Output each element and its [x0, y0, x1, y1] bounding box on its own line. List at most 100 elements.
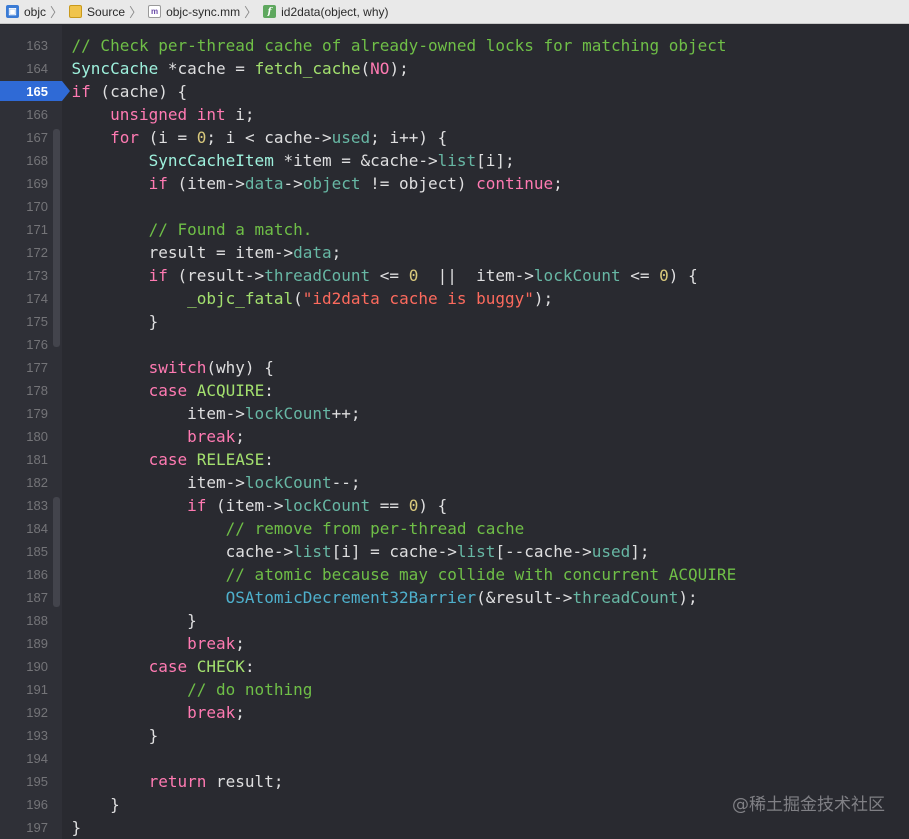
code-line[interactable]: 185 cache->list[i] = cache->list[--cache… — [0, 540, 909, 563]
project-icon: ▣ — [6, 5, 19, 18]
code-line[interactable]: 190 case CHECK: — [0, 655, 909, 678]
code-line[interactable]: 186 // atomic because may collide with c… — [0, 563, 909, 586]
code-editor[interactable]: 163 // Check per-thread cache of already… — [0, 25, 909, 839]
code-line[interactable]: 177 switch(why) { — [0, 356, 909, 379]
code-line[interactable]: 189 break; — [0, 632, 909, 655]
code-line[interactable]: 192 break; — [0, 701, 909, 724]
code-line[interactable]: 194 — [0, 747, 909, 770]
code-token: threadCount — [572, 588, 679, 607]
code-text: if (result->threadCount <= 0 || item->lo… — [33, 264, 698, 287]
line-number[interactable]: 170 — [0, 195, 48, 218]
code-token: ; — [235, 634, 245, 653]
code-line[interactable]: 193 } — [0, 724, 909, 747]
code-token: break — [187, 703, 236, 722]
code-text: break; — [33, 632, 245, 655]
code-line[interactable]: 179 item->lockCount++; — [0, 402, 909, 425]
code-token: // atomic because may collide with concu… — [33, 565, 737, 584]
code-token: -> — [283, 174, 303, 193]
code-token: *item = &cache-> — [273, 151, 438, 170]
code-text: item->lockCount++; — [33, 402, 360, 425]
code-token: used — [591, 542, 631, 561]
code-line[interactable]: 173 if (result->threadCount <= 0 || item… — [0, 264, 909, 287]
code-token: ); — [533, 289, 554, 308]
code-line[interactable]: 181 case RELEASE: — [0, 448, 909, 471]
code-line[interactable]: 178 case ACQUIRE: — [0, 379, 909, 402]
code-text: // atomic because may collide with concu… — [33, 563, 737, 586]
code-line[interactable]: 191 // do nothing — [0, 678, 909, 701]
m-file-icon: m — [148, 5, 162, 18]
code-token: 0 — [408, 496, 419, 515]
code-line[interactable]: 182 item->lockCount--; — [0, 471, 909, 494]
code-text: _objc_fatal("id2data cache is buggy"); — [33, 287, 553, 310]
breadcrumb-item-project[interactable]: ▣ objc — [6, 0, 46, 24]
line-number[interactable]: 194 — [0, 747, 48, 770]
code-token: if — [148, 174, 168, 193]
code-line[interactable]: 169 if (item->data->object != object) co… — [0, 172, 909, 195]
code-token: ( — [293, 289, 303, 308]
code-token: result; — [206, 772, 284, 791]
code-token: switch — [148, 358, 207, 377]
code-token: data — [293, 243, 332, 262]
code-token: lockCount — [244, 473, 332, 492]
code-token: ; — [235, 427, 245, 446]
code-token: 0 — [196, 128, 207, 147]
code-token: != object) — [360, 174, 477, 193]
code-token: lockCount — [283, 496, 371, 515]
code-line[interactable]: 170 — [0, 195, 909, 218]
code-text: // Found a match. — [33, 218, 313, 241]
code-token: <= — [370, 266, 409, 285]
code-line[interactable]: 183 if (item->lockCount == 0) { — [0, 494, 909, 517]
code-line[interactable]: 174 _objc_fatal("id2data cache is buggy"… — [0, 287, 909, 310]
code-token: if — [71, 82, 91, 101]
function-icon: f — [263, 5, 277, 18]
code-token: ; i < cache-> — [206, 128, 332, 147]
breadcrumb-item-folder[interactable]: Source — [69, 0, 125, 24]
code-line[interactable]: 163 // Check per-thread cache of already… — [0, 34, 909, 57]
code-token: == — [370, 496, 409, 515]
code-text: } — [33, 609, 197, 632]
code-token: lockCount — [533, 266, 621, 285]
code-line[interactable]: 184 // remove from per-thread cache — [0, 517, 909, 540]
code-token: ) { — [418, 496, 448, 515]
code-token: ; i++) { — [370, 128, 448, 147]
code-line[interactable]: 171 // Found a match. — [0, 218, 909, 241]
code-line[interactable]: 176 — [0, 333, 909, 356]
code-token: *cache = — [158, 59, 255, 78]
code-line[interactable]: 187 OSAtomicDecrement32Barrier(&result->… — [0, 586, 909, 609]
code-line[interactable]: 164 SyncCache *cache = fetch_cache(NO); — [0, 57, 909, 80]
breadcrumb-item-function[interactable]: f id2data(object, why) — [263, 0, 389, 24]
code-text: if (item->lockCount == 0) { — [33, 494, 447, 517]
code-token: 0 — [408, 266, 419, 285]
code-token: } — [33, 726, 159, 745]
code-token: "id2data cache is buggy" — [302, 289, 534, 308]
code-text: // do nothing — [33, 678, 312, 701]
code-token: // Found a match. — [33, 220, 313, 239]
code-text: unsigned int i; — [33, 103, 255, 126]
breadcrumb-separator: 〉 — [50, 5, 64, 20]
code-token: (item-> — [167, 174, 245, 193]
breadcrumb-separator: 〉 — [129, 5, 143, 20]
code-text: SyncCache *cache = fetch_cache(NO); — [33, 57, 409, 80]
code-text: if (cache) { — [33, 80, 188, 103]
code-line[interactable]: 180 break; — [0, 425, 909, 448]
code-token: OSAtomicDecrement32Barrier — [225, 588, 477, 607]
code-token: SyncCache — [71, 59, 159, 78]
code-line[interactable]: 168 SyncCacheItem *item = &cache->list[i… — [0, 149, 909, 172]
code-token: CHECK — [196, 657, 245, 676]
code-line[interactable]: 188 } — [0, 609, 909, 632]
code-token: item-> — [33, 473, 245, 492]
code-line[interactable]: 172 result = item->data; — [0, 241, 909, 264]
breadcrumb-item-file[interactable]: m objc-sync.mm — [148, 0, 240, 24]
code-line[interactable]: 167 for (i = 0; i < cache->used; i++) { — [0, 126, 909, 149]
code-line[interactable]: 166 unsigned int i; — [0, 103, 909, 126]
code-token: (&result-> — [476, 588, 573, 607]
code-line[interactable]: 197 } — [0, 816, 909, 839]
code-line[interactable]: 175 } — [0, 310, 909, 333]
line-number[interactable]: 176 — [0, 333, 48, 356]
code-line[interactable]: 165 if (cache) { — [0, 80, 909, 103]
